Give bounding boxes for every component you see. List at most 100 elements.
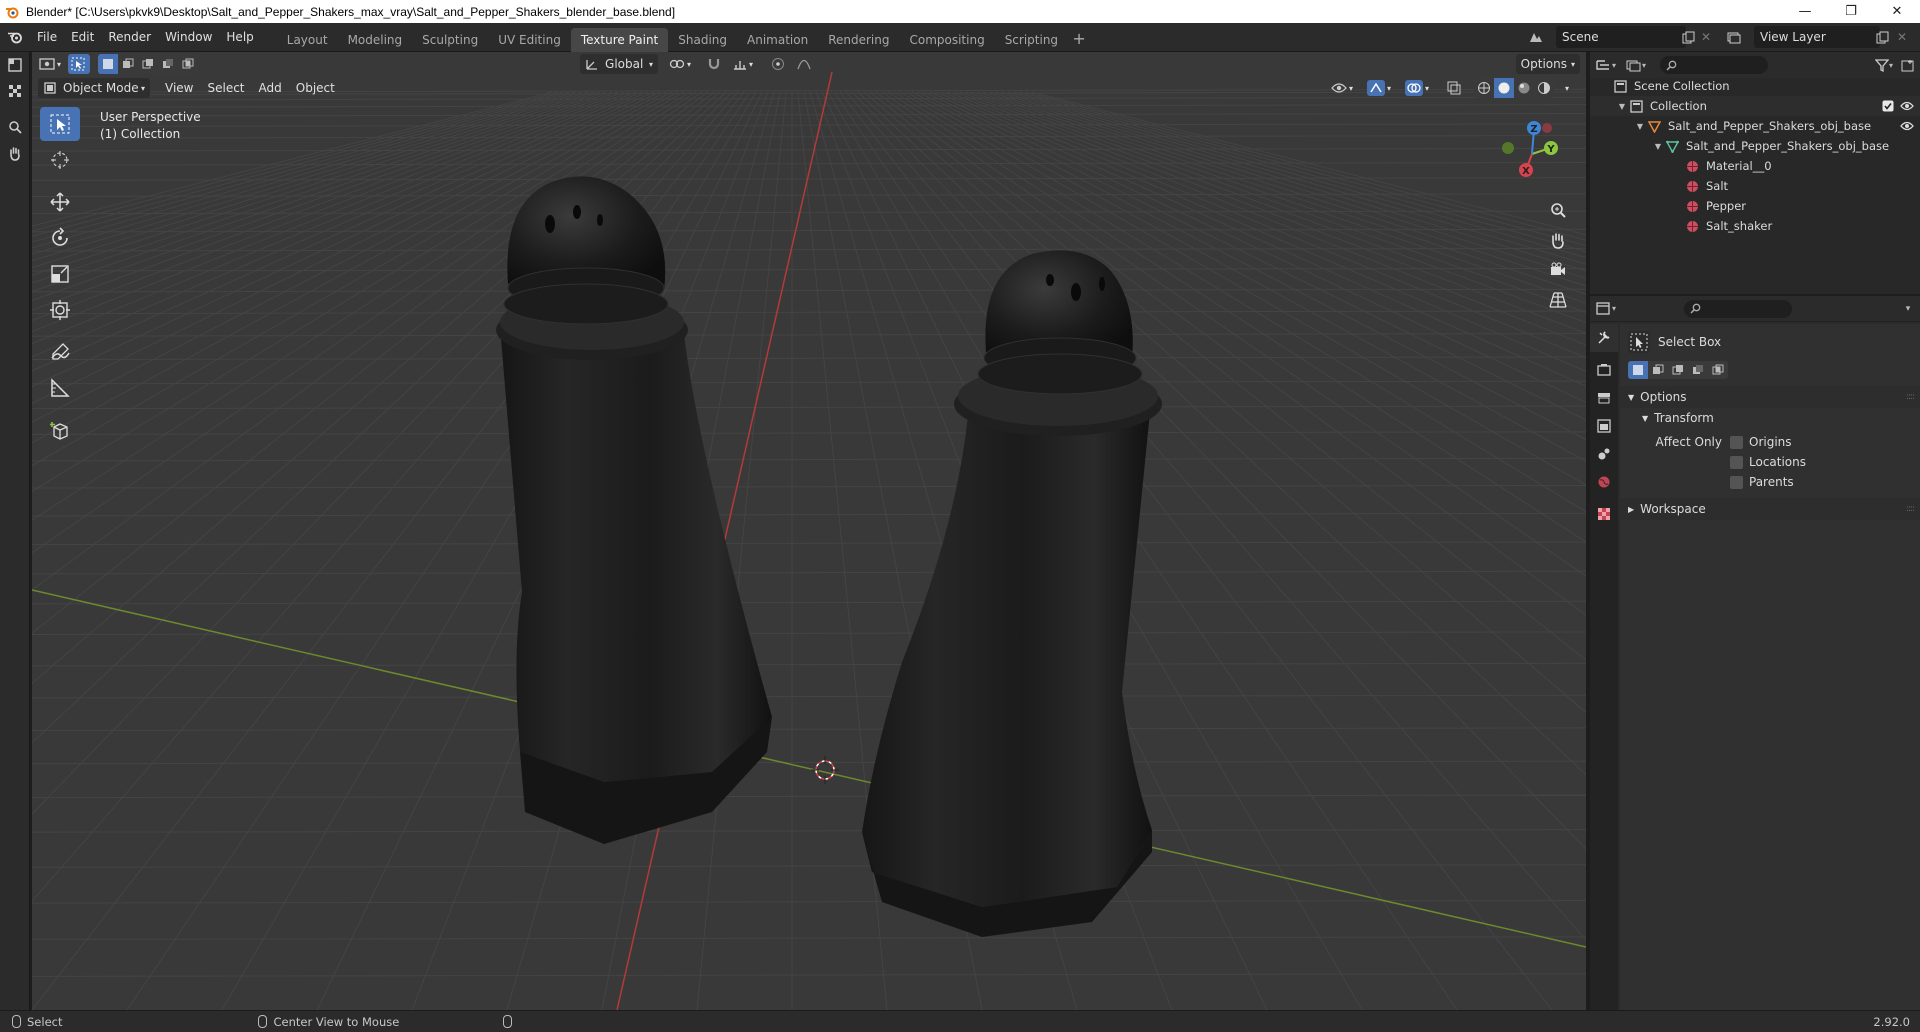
tab-scripting[interactable]: Scripting — [995, 28, 1068, 52]
viewport-menu-view[interactable]: View — [158, 77, 200, 99]
subtract-mode-icon[interactable] — [138, 54, 159, 74]
editor-type-button[interactable]: ▾ — [34, 54, 66, 74]
move-tool[interactable] — [40, 185, 80, 219]
drag-grip-icon[interactable]: :::: — [1906, 504, 1915, 514]
set-mode-icon[interactable] — [98, 54, 119, 74]
blender-menu-icon[interactable] — [0, 23, 30, 52]
scene-name-field[interactable]: Scene — [1556, 26, 1686, 48]
cursor-tool[interactable] — [40, 143, 80, 177]
rendered-shading-icon[interactable] — [1533, 78, 1554, 98]
solid-shading-icon[interactable] — [1493, 78, 1514, 98]
tab-modeling[interactable]: Modeling — [338, 28, 413, 52]
outliner-editor-type-icon[interactable]: ▾ — [1594, 54, 1618, 76]
zoom-icon[interactable] — [0, 114, 30, 140]
subtract-mode-icon[interactable] — [1668, 361, 1688, 379]
expand-arrow-icon[interactable]: ▼ — [1616, 102, 1628, 111]
tab-tool-icon[interactable] — [1590, 324, 1618, 352]
proportional-edit-toggle[interactable] — [766, 54, 790, 74]
add-cube-tool[interactable] — [40, 413, 80, 447]
drag-grip-icon[interactable]: :::: — [1906, 392, 1915, 402]
tab-view-layer-icon[interactable] — [1590, 412, 1618, 440]
outliner-row-material-salt-shaker[interactable]: Salt_shaker — [1590, 216, 1920, 236]
annotate-tool[interactable] — [40, 335, 80, 369]
navigation-gizmo[interactable]: X Y Z — [1492, 114, 1572, 194]
shading-options-dropdown[interactable]: ▾ — [1560, 78, 1574, 98]
tab-uv-editing[interactable]: UV Editing — [488, 28, 571, 52]
properties-search-input[interactable] — [1684, 299, 1792, 318]
options-panel-header[interactable]: ▼ Options :::: — [1620, 386, 1920, 408]
eye-visibility-icon[interactable] — [1900, 121, 1914, 131]
outliner-row-mesh[interactable]: ▼ Salt_and_Pepper_Shakers_obj_base — [1590, 136, 1920, 156]
visibility-dropdown[interactable]: ▾ — [1326, 78, 1358, 98]
menu-file[interactable]: File — [30, 26, 64, 48]
tab-output-icon[interactable] — [1590, 384, 1618, 412]
locations-checkbox[interactable] — [1730, 455, 1743, 469]
maximize-button[interactable]: ❐ — [1828, 0, 1874, 23]
tab-compositing[interactable]: Compositing — [899, 28, 994, 52]
tab-layout[interactable]: Layout — [277, 28, 338, 52]
invert-mode-icon[interactable] — [158, 54, 179, 74]
snap-toggle[interactable] — [702, 54, 726, 74]
falloff-dropdown[interactable] — [792, 54, 816, 74]
menu-edit[interactable]: Edit — [64, 26, 101, 48]
camera-view-button[interactable] — [1544, 256, 1572, 284]
material-shading-icon[interactable] — [1513, 78, 1534, 98]
gizmo-toggle[interactable]: ▾ — [1362, 78, 1396, 98]
3d-cursor-icon[interactable] — [811, 756, 839, 784]
parents-checkbox[interactable] — [1730, 475, 1743, 489]
outliner-row-material-pepper[interactable]: Pepper — [1590, 196, 1920, 216]
rotate-tool[interactable] — [40, 221, 80, 255]
new-collection-icon[interactable] — [1896, 54, 1920, 76]
eye-visibility-icon[interactable] — [1900, 101, 1914, 111]
intersect-mode-icon[interactable] — [178, 54, 199, 74]
pepper-shaker-right[interactable] — [862, 250, 1162, 937]
zoom-view-button[interactable] — [1544, 196, 1572, 224]
object-mode-dropdown[interactable]: Object Mode ▾ — [38, 78, 150, 98]
outliner-row-material-0[interactable]: Material__0 — [1590, 156, 1920, 176]
menu-window[interactable]: Window — [158, 26, 219, 48]
snap-target-dropdown[interactable]: ▾ — [728, 54, 758, 74]
tab-rendering[interactable]: Rendering — [818, 28, 899, 52]
view-layer-field[interactable]: View Layer — [1754, 26, 1880, 48]
checker-icon[interactable] — [0, 78, 30, 104]
wireframe-shading-icon[interactable] — [1473, 78, 1494, 98]
transform-tool[interactable] — [40, 293, 80, 327]
select-tool-button[interactable] — [68, 54, 91, 74]
viewport-menu-select[interactable]: Select — [200, 77, 251, 99]
display-mode-icon[interactable]: ▾ — [1624, 54, 1648, 76]
outliner-row-object[interactable]: ▼ Salt_and_Pepper_Shakers_obj_base — [1590, 116, 1920, 136]
tab-texture-paint[interactable]: Texture Paint — [570, 27, 669, 52]
tab-texture-icon[interactable] — [1590, 500, 1618, 528]
tab-scene-icon[interactable] — [1590, 440, 1618, 468]
extend-mode-icon[interactable] — [1648, 361, 1668, 379]
tab-shading[interactable]: Shading — [668, 28, 737, 52]
intersect-mode-icon[interactable] — [1708, 361, 1728, 379]
tab-animation[interactable]: Animation — [737, 28, 818, 52]
set-mode-icon[interactable] — [1628, 361, 1648, 379]
expand-arrow-icon[interactable]: ▼ — [1652, 142, 1664, 151]
scene-selector-icon[interactable] — [1524, 26, 1548, 48]
select-box-tool[interactable] — [40, 107, 80, 141]
outliner-row-scene-collection[interactable]: Scene Collection — [1590, 76, 1920, 96]
neg-x-axis-handle[interactable] — [1542, 123, 1552, 133]
origins-checkbox[interactable] — [1730, 435, 1743, 449]
view-layer-selector-icon[interactable] — [1722, 26, 1746, 48]
measure-tool[interactable] — [40, 371, 80, 405]
properties-options-dropdown[interactable]: ▾ — [1896, 298, 1920, 320]
checkbox-checked-icon[interactable] — [1882, 100, 1894, 112]
viewport-menu-object[interactable]: Object — [289, 77, 342, 99]
invert-mode-icon[interactable] — [1688, 361, 1708, 379]
close-button[interactable]: ✕ — [1874, 0, 1920, 23]
tab-world-icon[interactable] — [1590, 468, 1618, 496]
pan-view-button[interactable] — [1544, 226, 1572, 254]
transform-orientation-dropdown[interactable]: Global ▾ — [580, 54, 659, 74]
tab-sculpting[interactable]: Sculpting — [412, 28, 488, 52]
minimize-button[interactable]: — — [1782, 0, 1828, 23]
pan-hand-icon[interactable] — [0, 140, 30, 166]
pivot-point-dropdown[interactable]: ▾ — [664, 54, 696, 74]
scale-tool[interactable] — [40, 257, 80, 291]
extend-mode-icon[interactable] — [118, 54, 139, 74]
properties-editor-type-icon[interactable]: ▾ — [1594, 298, 1618, 320]
expand-arrow-icon[interactable]: ▼ — [1634, 122, 1646, 131]
add-workspace-button[interactable]: + — [1068, 28, 1090, 52]
